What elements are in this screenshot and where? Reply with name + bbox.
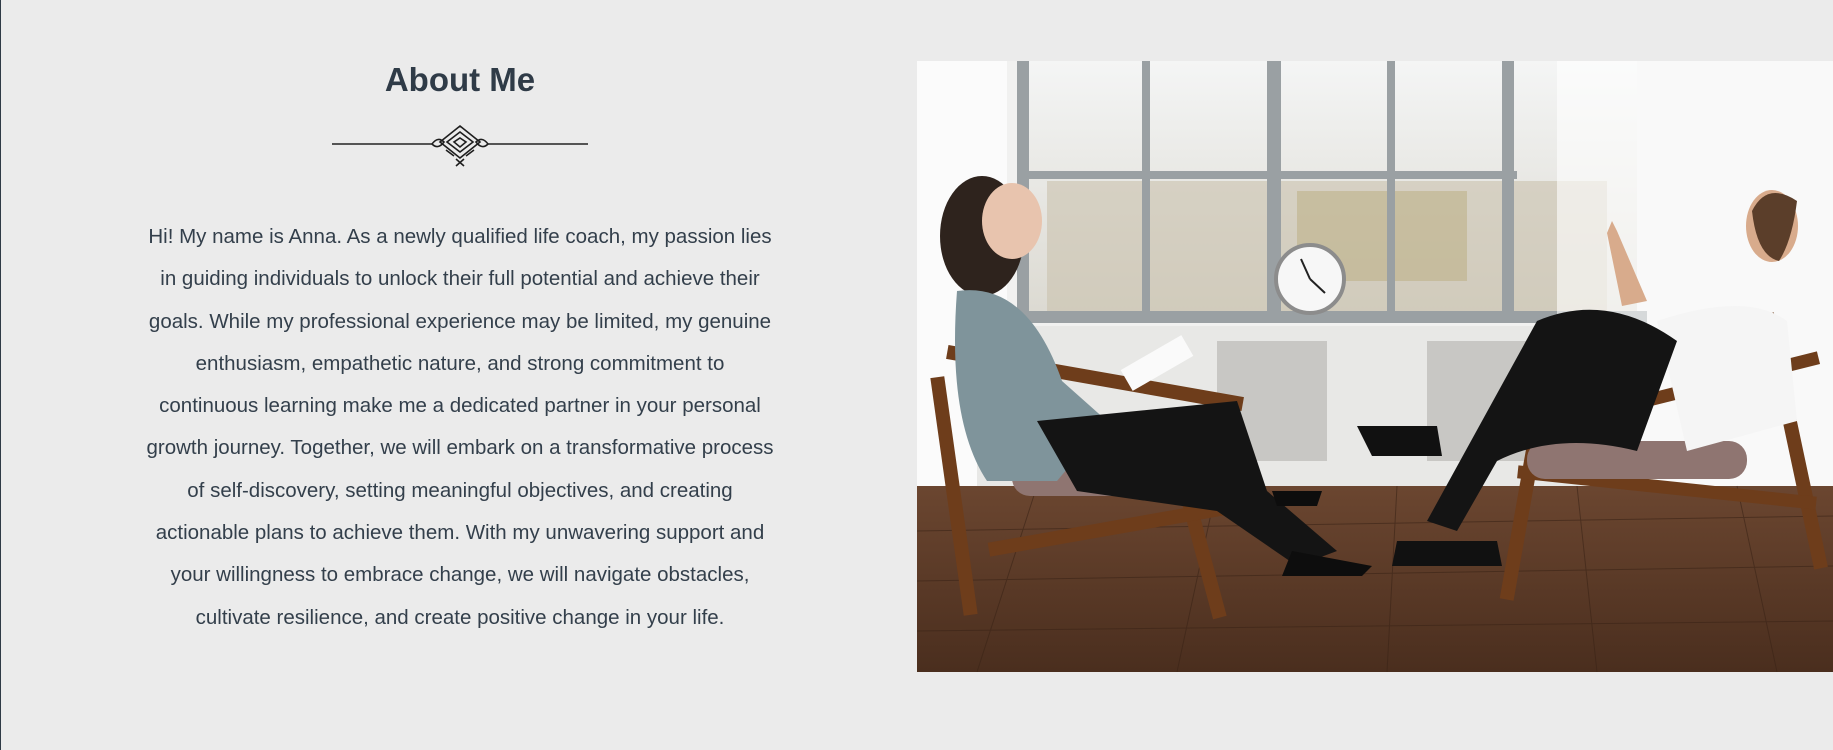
about-title: About Me	[384, 61, 536, 98]
page-left-edge	[0, 0, 1, 750]
ornamental-flourish-icon	[332, 120, 588, 168]
coaching-session-photo	[917, 61, 1833, 672]
about-bio-text: Hi! My name is Anna. As a newly qualifie…	[146, 225, 774, 629]
about-section: About Me Hi! My name is Anna. As a newly…	[130, 0, 790, 639]
